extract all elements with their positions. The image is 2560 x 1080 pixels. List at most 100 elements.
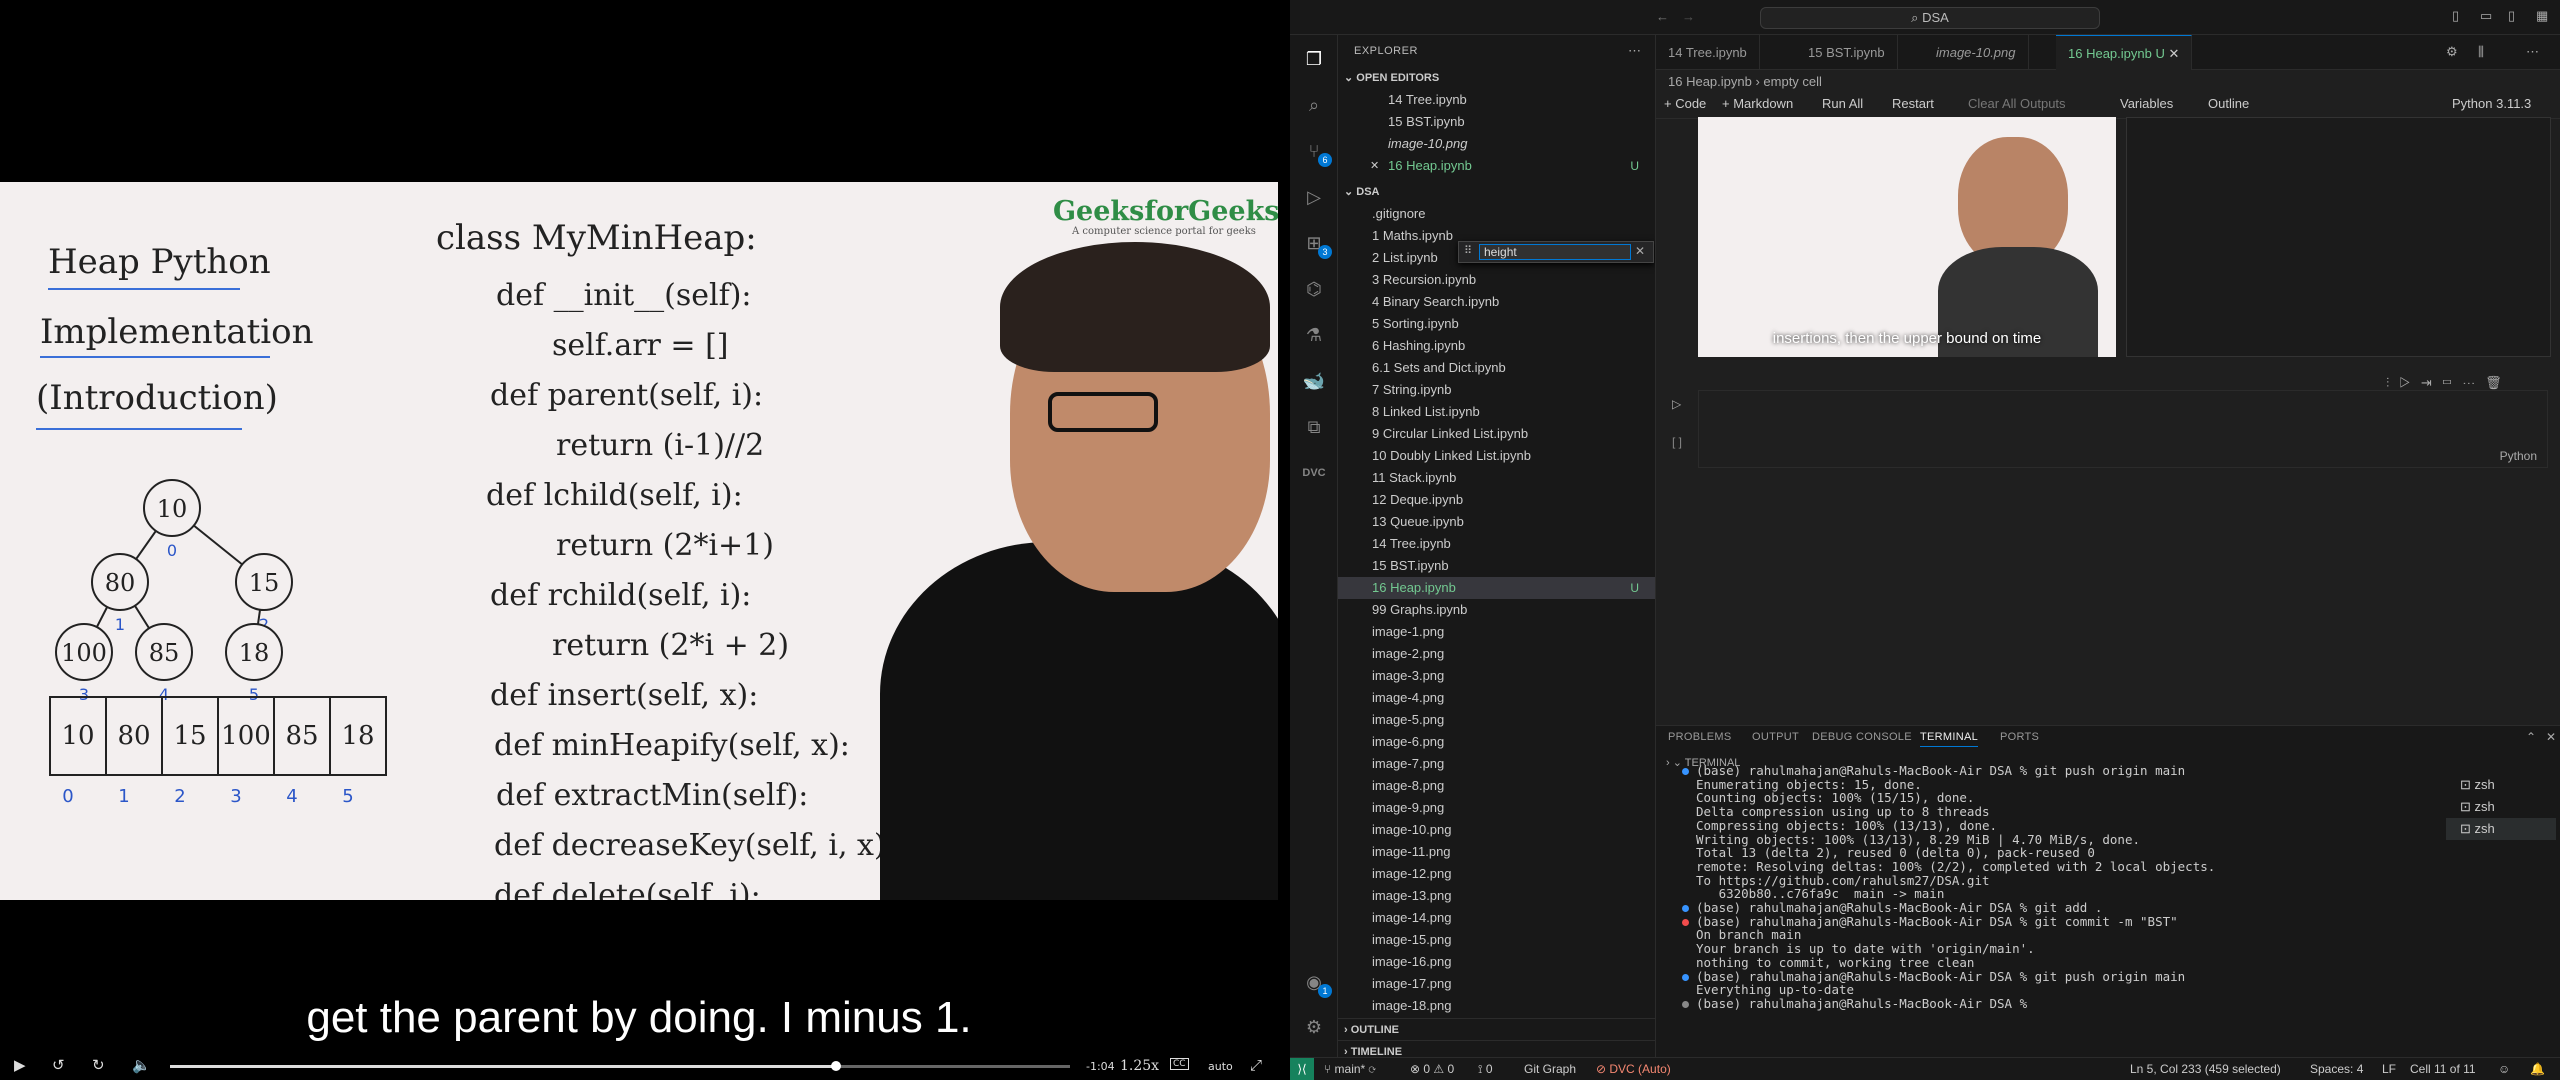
editor-tab[interactable]: 15 BST.ipynb xyxy=(1796,35,1898,70)
dvc-status[interactable]: ⊘ DVC (Auto) xyxy=(1596,1062,1671,1076)
customize-layout-icon[interactable]: ▦ xyxy=(2536,8,2548,24)
cc-button[interactable]: CC xyxy=(1170,1058,1189,1070)
terminal-instance[interactable]: ⊡ zsh xyxy=(2446,796,2556,818)
panel-tab[interactable]: DEBUG CONSOLE xyxy=(1812,731,1912,743)
file-tree-item[interactable]: image-4.png xyxy=(1338,687,1655,709)
play-icon[interactable]: ▶ xyxy=(14,1056,26,1074)
editor-tab[interactable]: 16 Heap.ipynb U ✕ xyxy=(2056,35,2193,70)
editor-tab[interactable]: 14 Tree.ipynb xyxy=(1656,35,1760,70)
file-tree-item[interactable]: image-1.png xyxy=(1338,621,1655,643)
extensions-icon[interactable]: ⊞ 3 xyxy=(1302,231,1332,259)
copilot-icon[interactable]: ☺ xyxy=(2498,1062,2510,1076)
open-editor-item[interactable]: 16 Heap.ipynb U ✕ xyxy=(1338,155,1655,177)
run-all-button[interactable]: Run All xyxy=(1822,96,1863,111)
file-tree-item[interactable]: 6 Hashing.ipynb xyxy=(1338,335,1655,357)
account-icon[interactable]: ◉ 1 xyxy=(1302,970,1332,998)
file-tree-item[interactable]: image-14.png xyxy=(1338,907,1655,929)
toggle-sidebar-icon[interactable]: ▯ xyxy=(2452,8,2459,24)
indentation[interactable]: Spaces: 4 xyxy=(2310,1062,2363,1076)
maximize-panel-icon[interactable]: ⌃ xyxy=(2526,730,2536,744)
settings-gear-icon[interactable]: ⚙ xyxy=(1302,1015,1326,1039)
clear-outputs-button[interactable]: Clear All Outputs xyxy=(1968,96,2066,111)
file-tree-item[interactable]: .gitignore xyxy=(1338,203,1655,225)
file-tree-item[interactable]: 14 Tree.ipynb xyxy=(1338,533,1655,555)
panel-tab[interactable]: PORTS xyxy=(2000,731,2039,743)
file-tree-item[interactable]: image-9.png xyxy=(1338,797,1655,819)
terminal-instance[interactable]: ⊡ zsh xyxy=(2446,774,2556,796)
cell-toolbar[interactable]: ⫶▷⇥▭⋯🗑 xyxy=(2386,375,2512,391)
file-tree-item[interactable]: 3 Recursion.ipynb xyxy=(1338,269,1655,291)
file-tree-item[interactable]: 12 Deque.ipynb xyxy=(1338,489,1655,511)
file-tree-item[interactable]: image-15.png xyxy=(1338,929,1655,951)
variables-button[interactable]: Variables xyxy=(2120,96,2173,111)
close-icon[interactable]: ✕ xyxy=(1370,155,1379,177)
file-tree-item[interactable]: image-6.png xyxy=(1338,731,1655,753)
close-icon[interactable]: ✕ xyxy=(2165,46,2179,61)
toggle-secondary-sidebar-icon[interactable]: ▯ xyxy=(2508,8,2515,24)
video-player[interactable]: GeeksforGeeks A computer science portal … xyxy=(0,0,1290,1080)
file-tree-item[interactable]: image-17.png xyxy=(1338,973,1655,995)
file-tree-item[interactable]: image-10.png xyxy=(1338,819,1655,841)
kernel-picker[interactable]: Python 3.11.3 xyxy=(2452,96,2531,111)
seek-handle[interactable] xyxy=(831,1061,841,1071)
drag-handle-icon[interactable]: ⠿ xyxy=(1464,244,1472,257)
fullscreen-icon[interactable]: ⤢ xyxy=(1250,1056,1262,1074)
file-tree-item[interactable]: image-16.png xyxy=(1338,951,1655,973)
file-tree-item[interactable]: image-12.png xyxy=(1338,863,1655,885)
run-cell-icon[interactable]: ▷ xyxy=(1672,397,1681,411)
file-tree-item[interactable]: 99 Graphs.ipynb xyxy=(1338,599,1655,621)
restart-button[interactable]: Restart xyxy=(1892,96,1934,111)
back-arrow-icon[interactable]: ← xyxy=(1656,9,1669,24)
add-markdown-button[interactable]: + Markdown xyxy=(1722,96,1793,111)
file-tree-item[interactable]: image-7.png xyxy=(1338,753,1655,775)
file-tree-item[interactable]: 4 Binary Search.ipynb xyxy=(1338,291,1655,313)
add-code-button[interactable]: + Code xyxy=(1664,96,1706,111)
file-tree-item[interactable]: 7 String.ipynb xyxy=(1338,379,1655,401)
breadcrumb-cell[interactable]: empty cell xyxy=(1763,74,1822,89)
ports-indicator[interactable]: ⟟ 0 xyxy=(1478,1062,1493,1077)
file-tree-item[interactable]: 16 Heap.ipynb U xyxy=(1338,577,1655,599)
run-debug-icon[interactable]: ▷ xyxy=(1302,185,1326,209)
empty-code-cell[interactable]: Python xyxy=(1698,390,2548,468)
timeline-header[interactable]: › TIMELINE xyxy=(1338,1040,1655,1057)
terminal-instance[interactable]: ⊡ zsh xyxy=(2446,818,2556,840)
remote-indicator-icon[interactable]: ⟩⟨ xyxy=(1290,1058,1314,1080)
source-control-icon[interactable]: ⑂ 6 xyxy=(1302,139,1332,167)
file-tree-item[interactable]: 13 Queue.ipynb xyxy=(1338,511,1655,533)
open-editors-header[interactable]: ⌄ OPEN EDITORS xyxy=(1338,67,1655,89)
volume-icon[interactable]: 🔈 xyxy=(132,1056,151,1074)
panel-tab[interactable]: OUTPUT xyxy=(1752,731,1799,743)
cell-indicator[interactable]: Cell 11 of 11 xyxy=(2410,1062,2476,1076)
file-tree-item[interactable]: 5 Sorting.ipynb xyxy=(1338,313,1655,335)
more-actions-icon[interactable]: ⋯ xyxy=(1628,43,1641,59)
panel-tab[interactable]: PROBLEMS xyxy=(1668,731,1732,743)
video-frame[interactable]: GeeksforGeeks A computer science portal … xyxy=(0,182,1278,900)
editor-tab[interactable]: image-10.png xyxy=(1924,35,2029,70)
open-editor-item[interactable]: image-10.png xyxy=(1338,133,1655,155)
speed-button[interactable]: 1.25x xyxy=(1120,1058,1159,1074)
file-tree-item[interactable]: image-5.png xyxy=(1338,709,1655,731)
branch-indicator[interactable]: ⑂ main* ⟳ xyxy=(1324,1062,1376,1076)
split-editor-icon[interactable]: ⫼ xyxy=(2478,44,2484,60)
embedded-screenshot[interactable] xyxy=(2126,117,2551,357)
cursor-position[interactable]: Ln 5, Col 233 (459 selected) xyxy=(2130,1062,2281,1076)
toggle-panel-icon[interactable]: ▭ xyxy=(2480,8,2492,24)
file-tree-item[interactable]: image-2.png xyxy=(1338,643,1655,665)
file-tree-item[interactable]: image-3.png xyxy=(1338,665,1655,687)
file-tree-item[interactable]: 6.1 Sets and Dict.ipynb xyxy=(1338,357,1655,379)
outline-button[interactable]: Outline xyxy=(2208,96,2249,111)
dvc-icon[interactable]: DVC xyxy=(1302,461,1326,485)
close-panel-icon[interactable]: ✕ xyxy=(2546,730,2556,744)
terminal-output[interactable]: (base) rahulmahajan@Rahuls-MacBook-Air D… xyxy=(1682,764,2436,1054)
remote-explorer-icon[interactable]: ⌬ xyxy=(1302,277,1326,301)
problems-indicator[interactable]: ⊗ 0 ⚠ 0 xyxy=(1410,1062,1454,1076)
close-icon[interactable]: ✕ xyxy=(1635,244,1645,258)
more-actions-icon[interactable]: ⋯ xyxy=(2526,44,2539,60)
testing-icon[interactable]: ⚗ xyxy=(1302,323,1326,347)
forward-icon[interactable]: ↻ xyxy=(92,1056,105,1074)
outline-header[interactable]: › OUTLINE xyxy=(1338,1018,1655,1040)
panel-tab[interactable]: TERMINAL xyxy=(1920,731,1979,747)
file-tree-item[interactable]: image-13.png xyxy=(1338,885,1655,907)
forward-arrow-icon[interactable]: → xyxy=(1682,9,1695,24)
file-tree-item[interactable]: 8 Linked List.ipynb xyxy=(1338,401,1655,423)
